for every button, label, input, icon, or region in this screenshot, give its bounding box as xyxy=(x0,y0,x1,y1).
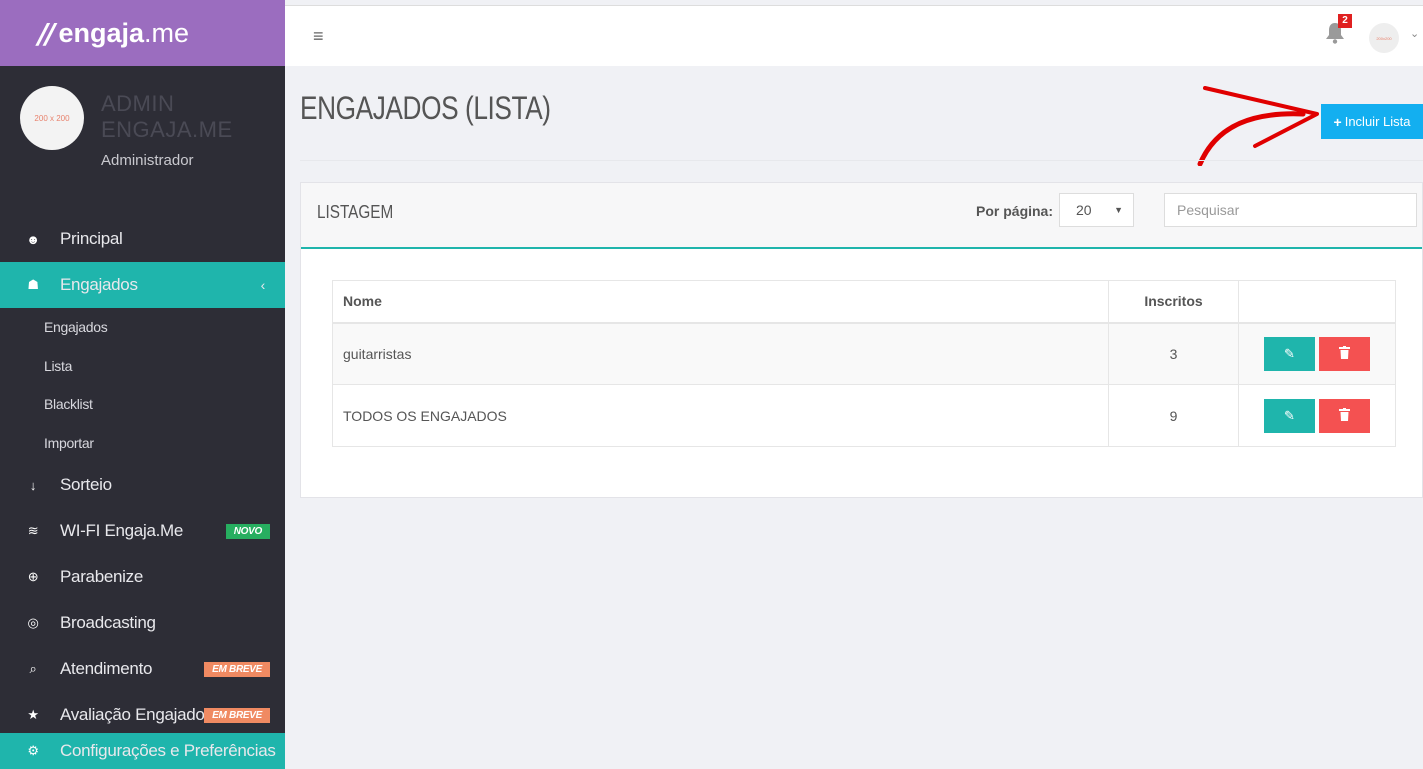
table-row: TODOS OS ENGAJADOS 9 ✎ xyxy=(332,384,1396,447)
submenu-item-blacklist[interactable]: Blacklist xyxy=(0,385,285,424)
gear-icon: ⚙ xyxy=(27,743,39,758)
user-avatar: 200 x 200 xyxy=(20,86,84,150)
sidebar-item-broadcasting[interactable]: ◎ Broadcasting xyxy=(0,600,285,646)
sidebar-item-configuracoes[interactable]: ⚙ Configurações e Preferências xyxy=(0,733,285,769)
sidebar-item-sorteio[interactable]: ↓ Sorteio xyxy=(0,462,285,508)
top-bar: ≡ 2 200x200 ⌄ xyxy=(285,5,1423,66)
incluir-lista-button[interactable]: + Incluir Lista xyxy=(1321,104,1423,139)
logo-text: engaja.me xyxy=(58,18,189,49)
chevron-left-icon: ‹ xyxy=(260,277,266,293)
sidebar-item-label: Atendimento xyxy=(60,659,153,678)
select-caret-icon: ▼ xyxy=(1114,205,1123,215)
header-divider xyxy=(300,160,1423,161)
cell-actions: ✎ xyxy=(1238,322,1396,385)
edit-icon: ✎ xyxy=(1284,345,1295,361)
trash-icon xyxy=(1339,407,1350,424)
cell-nome: TODOS OS ENGAJADOS xyxy=(332,384,1109,447)
sidebar-item-wifi[interactable]: ≋ WI-FI Engaja.Me NOVO xyxy=(0,508,285,554)
sort-numeric-icon: ↓ xyxy=(29,477,37,493)
column-header-nome[interactable]: Nome xyxy=(332,280,1109,324)
gift-icon: ⊕ xyxy=(27,569,39,584)
dashboard-icon: ☻ xyxy=(26,231,40,247)
edit-button[interactable]: ✎ xyxy=(1264,336,1315,371)
panel-header: LISTAGEM Por página: 20 ▼ xyxy=(301,183,1422,249)
sidebar-item-label: Sorteio xyxy=(60,475,112,494)
compass-icon: ◎ xyxy=(27,615,39,630)
cell-inscritos: 3 xyxy=(1108,322,1239,385)
em-breve-badge: EM BREVE xyxy=(204,707,270,723)
sidebar-item-label: Configurações e Preferências xyxy=(60,741,276,760)
sidebar-menu: ☻ Principal ☗ Engajados ‹ Engajados List… xyxy=(0,216,285,738)
notification-count-badge: 2 xyxy=(1338,14,1352,28)
trash-icon xyxy=(1339,345,1350,362)
hamburger-menu-icon[interactable]: ≡ xyxy=(313,26,324,47)
logo[interactable]: // engaja.me xyxy=(0,0,285,66)
top-user-avatar[interactable]: 200x200 xyxy=(1369,23,1399,53)
user-name-line2: ENGAJA.ME xyxy=(101,117,233,142)
sidebar-item-label: Engajados xyxy=(60,275,138,294)
listagem-panel: LISTAGEM Por página: 20 ▼ Nome Inscritos… xyxy=(300,182,1423,498)
plus-icon: + xyxy=(1333,113,1342,130)
comments-icon: ⌕ xyxy=(29,661,37,676)
incluir-lista-label: Incluir Lista xyxy=(1344,114,1411,129)
sidebar-item-label: Broadcasting xyxy=(60,613,156,632)
user-name: ADMIN ENGAJA.ME xyxy=(101,91,233,143)
column-header-inscritos[interactable]: Inscritos xyxy=(1108,280,1239,324)
logo-mark-icon: // xyxy=(38,16,56,50)
novo-badge: NOVO xyxy=(225,523,270,539)
logo-name-bold: engaja xyxy=(58,17,144,48)
top-avatar-text: 200x200 xyxy=(1376,35,1392,41)
user-role: Administrador xyxy=(101,152,194,169)
page-title: ENGAJADOS (LISTA) xyxy=(300,90,551,126)
delete-button[interactable] xyxy=(1319,336,1370,371)
avatar-placeholder-text: 200 x 200 xyxy=(34,113,70,123)
users-icon: ☗ xyxy=(27,277,39,292)
sidebar-item-principal[interactable]: ☻ Principal xyxy=(0,216,285,262)
sidebar-item-label: Avaliação Engajados xyxy=(60,705,213,724)
sidebar-item-label: WI-FI Engaja.Me xyxy=(60,521,184,540)
sidebar-item-avaliacao[interactable]: ★ Avaliação Engajados EM BREVE xyxy=(0,692,285,738)
table-row: guitarristas 3 ✎ xyxy=(332,322,1396,385)
submenu-item-engajados[interactable]: Engajados xyxy=(0,308,285,347)
listas-table: Nome Inscritos guitarristas 3 ✎ TODOS OS… xyxy=(332,280,1396,447)
star-icon: ★ xyxy=(27,707,39,722)
per-page-select[interactable]: 20 ▼ xyxy=(1059,193,1134,227)
sidebar: // engaja.me 200 x 200 ADMIN ENGAJA.ME A… xyxy=(0,0,285,769)
sidebar-item-atendimento[interactable]: ⌕ Atendimento EM BREVE xyxy=(0,646,285,692)
logo-name-thin: .me xyxy=(144,17,190,48)
sidebar-item-engajados[interactable]: ☗ Engajados ‹ xyxy=(0,262,285,308)
chevron-down-icon[interactable]: ⌄ xyxy=(1410,27,1419,40)
edit-button[interactable]: ✎ xyxy=(1264,398,1315,433)
cell-actions: ✎ xyxy=(1238,384,1396,447)
sidebar-item-label: Principal xyxy=(60,229,123,248)
cell-nome: guitarristas xyxy=(332,322,1109,385)
per-page-value: 20 xyxy=(1076,202,1092,218)
user-name-line1: ADMIN xyxy=(101,91,175,116)
per-page-label: Por página: xyxy=(976,203,1054,219)
search-input[interactable] xyxy=(1164,193,1417,227)
panel-title: LISTAGEM xyxy=(317,202,394,222)
table-header-row: Nome Inscritos xyxy=(332,280,1396,324)
sidebar-item-parabenize[interactable]: ⊕ Parabenize xyxy=(0,554,285,600)
cell-inscritos: 9 xyxy=(1108,384,1239,447)
edit-icon: ✎ xyxy=(1284,407,1295,423)
column-header-actions xyxy=(1238,280,1396,324)
submenu-item-importar[interactable]: Importar xyxy=(0,424,285,463)
submenu-item-lista[interactable]: Lista xyxy=(0,347,285,386)
em-breve-badge: EM BREVE xyxy=(204,661,270,677)
delete-button[interactable] xyxy=(1319,398,1370,433)
wifi-icon: ≋ xyxy=(27,523,39,538)
annotation-arrow xyxy=(1197,86,1319,166)
sidebar-item-label: Parabenize xyxy=(60,567,144,586)
